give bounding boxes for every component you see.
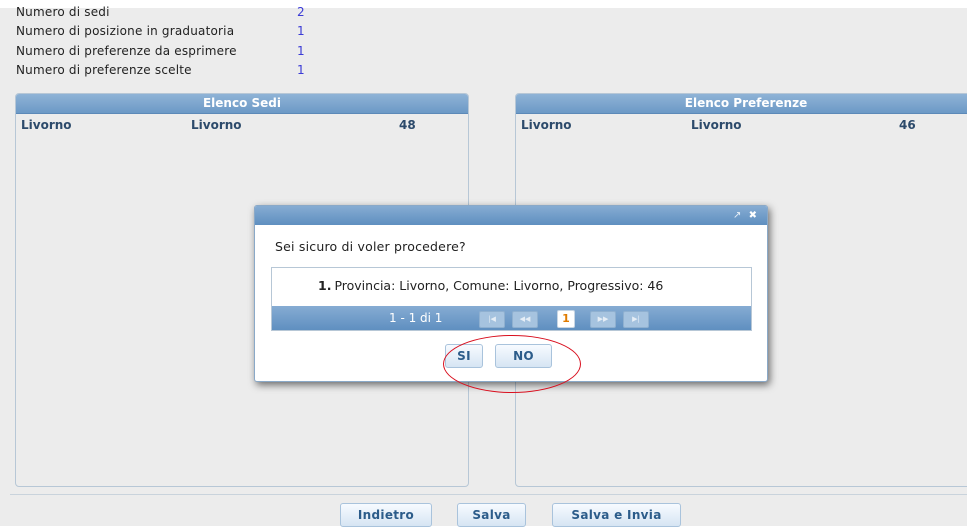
info-label: Numero di preferenze da esprimere: [16, 43, 237, 58]
paginator: 1 - 1 di 1 |◀ ◀◀ 1 ▶▶ ▶|: [272, 306, 751, 330]
sedi-progressivo: 48: [399, 118, 416, 132]
info-value: 1: [297, 24, 305, 39]
info-row-posizione: Numero di posizione in graduatoria 1: [16, 22, 305, 41]
first-page-icon[interactable]: |◀: [479, 311, 505, 328]
info-value: 2: [297, 5, 305, 19]
next-page-icon[interactable]: ▶▶: [590, 311, 616, 328]
sedi-list-item[interactable]: Livorno Livorno 48: [16, 114, 468, 136]
info-label: Numero di preferenze scelte: [16, 62, 192, 77]
back-button[interactable]: Indietro: [340, 503, 432, 527]
close-icon[interactable]: ✖: [749, 210, 757, 221]
page-current[interactable]: 1: [557, 310, 575, 328]
list-item: 1. Provincia: Livorno, Comune: Livorno, P…: [318, 278, 663, 293]
footer-divider: [10, 494, 967, 495]
preferenze-progressivo: 46: [899, 118, 916, 132]
dialog-titlebar[interactable]: ↗ ✖: [255, 206, 767, 225]
last-page-icon[interactable]: ▶|: [623, 311, 649, 328]
paginator-info: 1 - 1 di 1: [389, 311, 443, 325]
info-row-preferenze-scelte: Numero di preferenze scelte 1: [16, 61, 305, 80]
info-label: Numero di posizione in graduatoria: [16, 24, 235, 39]
info-value: 1: [297, 43, 305, 58]
save-and-send-button[interactable]: Salva e Invia: [552, 503, 681, 527]
dialog-message: Sei sicuro di voler procedere?: [275, 239, 466, 254]
info-label: Numero di sedi: [16, 5, 110, 19]
info-summary: Numero di sedi 2 Numero di posizione in …: [16, 3, 305, 80]
sedi-comune: Livorno: [191, 118, 242, 132]
expand-icon[interactable]: ↗: [733, 210, 741, 221]
item-text: Provincia: Livorno, Comune: Livorno, Pro…: [334, 278, 664, 293]
save-button[interactable]: Salva: [457, 503, 526, 527]
preferenze-provincia: Livorno: [521, 118, 572, 132]
info-row-preferenze-da-esprimere: Numero di preferenze da esprimere 1: [16, 42, 305, 61]
info-value: 1: [297, 62, 305, 77]
sedi-panel-title: Elenco Sedi: [16, 94, 468, 114]
prev-page-icon[interactable]: ◀◀: [512, 311, 538, 328]
info-row-sedi: Numero di sedi 2: [16, 3, 305, 22]
item-number: 1.: [318, 278, 332, 293]
preferenze-list-item[interactable]: Livorno Livorno 46: [516, 114, 967, 136]
preferenze-comune: Livorno: [691, 118, 742, 132]
dialog-preference-list: 1. Provincia: Livorno, Comune: Livorno, P…: [271, 267, 752, 331]
sedi-provincia: Livorno: [21, 118, 72, 132]
preferenze-panel-title: Elenco Preferenze: [516, 94, 967, 114]
annotation-circle: [443, 335, 581, 393]
